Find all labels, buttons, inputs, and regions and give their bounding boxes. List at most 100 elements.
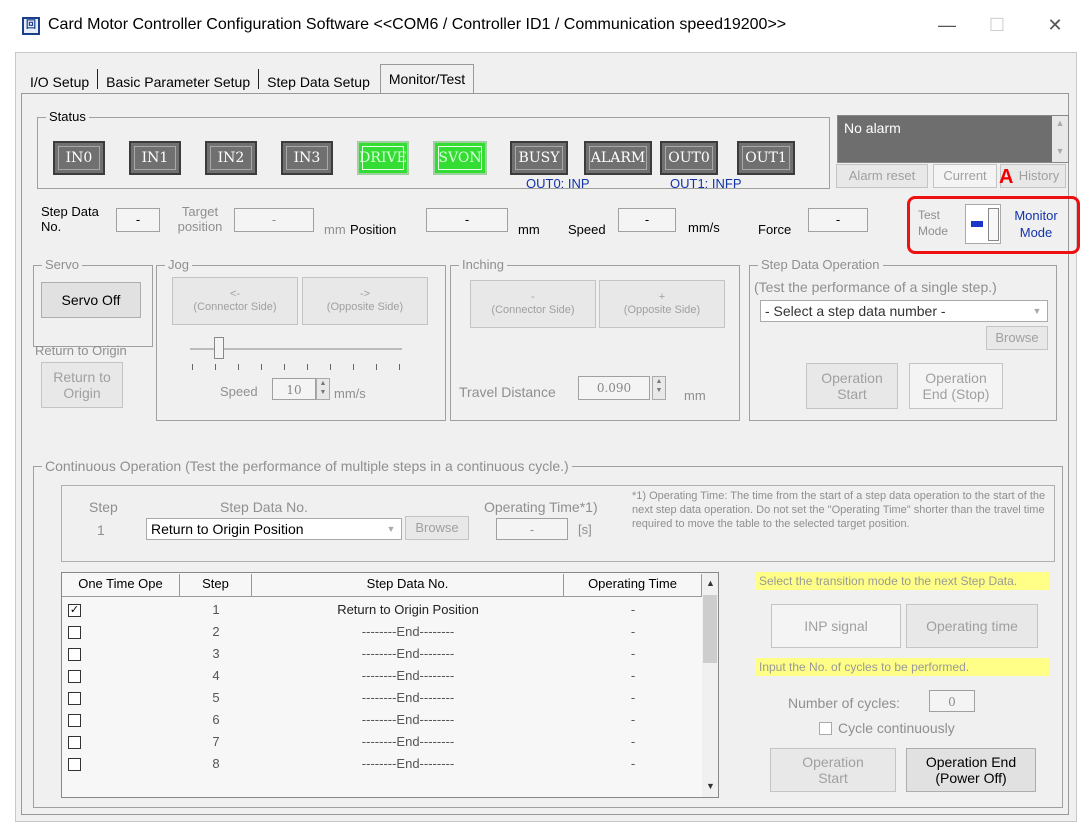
tab-bar: I/O Setup Basic Parameter Setup Step Dat… xyxy=(24,62,475,94)
travel-distance-field[interactable]: 0.090 xyxy=(578,376,650,400)
one-time-ope-checkbox[interactable] xyxy=(68,758,81,771)
tab-io-setup[interactable]: I/O Setup xyxy=(24,70,95,94)
continuous-browse-button[interactable]: Browse xyxy=(405,516,469,540)
col-step[interactable]: Step xyxy=(180,574,252,596)
jog-speed-spinner[interactable]: ▲ ▼ xyxy=(316,378,330,400)
one-time-ope-checkbox[interactable] xyxy=(68,670,81,683)
speed-field: - xyxy=(618,208,676,232)
table-row[interactable]: 6 --------End-------- - xyxy=(62,710,702,732)
one-time-ope-checkbox[interactable] xyxy=(68,648,81,661)
inching-connector-side-button[interactable]: - (Connector Side) xyxy=(470,280,596,328)
continuous-operation-title: Continuous Operation (Test the performan… xyxy=(42,458,572,474)
travel-distance-spinner[interactable]: ▲ ▼ xyxy=(652,376,666,400)
continuous-operation-end-button[interactable]: Operation End (Power Off) xyxy=(906,748,1036,792)
step-cell: 3 xyxy=(212,646,220,661)
one-time-ope-checkbox[interactable] xyxy=(68,626,81,639)
return-to-origin-button[interactable]: Return to Origin xyxy=(41,362,123,408)
operating-time-field[interactable]: - xyxy=(496,518,568,540)
operating-time-cell: - xyxy=(630,602,636,617)
inching-title: Inching xyxy=(459,257,507,272)
step-operation-start-button[interactable]: Operation Start xyxy=(806,363,898,409)
one-time-ope-checkbox[interactable] xyxy=(68,714,81,727)
continuous-step-data-select[interactable]: Return to Origin Position ▼ xyxy=(146,518,402,540)
scroll-up-icon[interactable]: ▲ xyxy=(706,578,715,588)
indicator-drive: DRIVE xyxy=(357,141,409,175)
table-row[interactable]: 7 --------End-------- - xyxy=(62,732,702,754)
indicator-busy: BUSY xyxy=(510,141,568,175)
step-cell: 8 xyxy=(212,756,220,771)
col-step-data-no[interactable]: Step Data No. xyxy=(252,574,564,596)
app-icon: 回 xyxy=(22,17,40,35)
cycle-continuously-label: Cycle continuously xyxy=(838,720,955,736)
travel-distance-unit: mm xyxy=(684,388,706,403)
step-data-browse-button[interactable]: Browse xyxy=(986,326,1048,350)
title-bar: 回 Card Motor Controller Configuration So… xyxy=(0,0,1083,50)
jog-speed-field[interactable]: 10 xyxy=(272,378,316,400)
tab-monitor-test[interactable]: Monitor/Test xyxy=(379,64,475,94)
operating-time-cell: - xyxy=(630,712,636,727)
step-data-no-field: - xyxy=(116,208,160,232)
alarm-reset-button[interactable]: Alarm reset xyxy=(836,164,928,188)
tab-step-data-setup[interactable]: Step Data Setup xyxy=(261,70,376,94)
position-label: Position xyxy=(350,222,397,237)
table-row[interactable]: 5 --------End-------- - xyxy=(62,688,702,710)
one-time-ope-checkbox[interactable] xyxy=(68,692,81,705)
operating-time-button[interactable]: Operating time xyxy=(906,604,1038,648)
servo-off-button[interactable]: Servo Off xyxy=(41,282,141,318)
speed-label: Speed xyxy=(568,222,606,237)
inp-signal-button[interactable]: INP signal xyxy=(771,604,901,648)
cycle-continuously-checkbox[interactable] xyxy=(819,722,832,735)
step-data-cell: --------End-------- xyxy=(361,624,455,639)
monitor-mode-label: Monitor Mode xyxy=(1014,208,1058,240)
step-operation-end-button[interactable]: Operation End (Stop) xyxy=(909,363,1003,409)
tab-basic-parameter-setup[interactable]: Basic Parameter Setup xyxy=(100,70,256,94)
jog-connector-side-button[interactable]: <- (Connector Side) xyxy=(172,277,298,325)
annotation-marker-a: A xyxy=(999,166,1014,188)
alarm-scrollbar[interactable]: ▲ ▼ xyxy=(1052,116,1068,162)
table-row[interactable]: 2 --------End-------- - xyxy=(62,622,702,644)
mode-toggle-switch[interactable] xyxy=(965,204,1001,244)
step-data-cell: Return to Origin Position xyxy=(337,602,479,617)
step-data-cell: --------End-------- xyxy=(361,756,455,771)
step-data-cell: --------End-------- xyxy=(361,712,455,727)
step-data-cell: --------End-------- xyxy=(361,668,455,683)
col-one-time-ope[interactable]: One Time Ope xyxy=(62,574,180,596)
step-data-select[interactable]: - Select a step data number - ▼ xyxy=(760,300,1048,322)
scroll-down-icon[interactable]: ▼ xyxy=(706,781,715,791)
operating-time-cell: - xyxy=(630,690,636,705)
number-of-cycles-field[interactable]: 0 xyxy=(929,690,975,712)
step-cell: 7 xyxy=(212,734,220,749)
table-row[interactable]: 3 --------End-------- - xyxy=(62,644,702,666)
table-row[interactable]: ✓ 1 Return to Origin Position - xyxy=(62,600,702,622)
step-value: 1 xyxy=(97,522,105,538)
jog-speed-slider-thumb[interactable] xyxy=(214,337,224,359)
indicator-in1: IN1 xyxy=(129,141,181,175)
indicator-alarm: ALARM xyxy=(584,141,652,175)
servo-title: Servo xyxy=(42,257,82,272)
step-data-cell: --------End-------- xyxy=(361,690,455,705)
close-button[interactable]: ✕ xyxy=(1040,12,1070,38)
transition-mode-note: Select the transition mode to the next S… xyxy=(755,572,1049,590)
scrollbar-thumb[interactable] xyxy=(703,595,717,663)
continuous-operation-start-button[interactable]: Operation Start xyxy=(770,748,896,792)
minimize-button[interactable]: — xyxy=(932,12,962,38)
force-label: Force xyxy=(758,222,792,237)
table-row[interactable]: 8 --------End-------- - xyxy=(62,754,702,776)
operating-time-cell: - xyxy=(630,646,636,661)
number-of-cycles-label: Number of cycles: xyxy=(788,695,901,711)
inching-opposite-side-button[interactable]: + (Opposite Side) xyxy=(599,280,725,328)
step-cell: 4 xyxy=(212,668,220,683)
travel-distance-label: Travel Distance xyxy=(459,384,556,400)
current-button[interactable]: Current xyxy=(933,164,997,188)
one-time-ope-checkbox[interactable] xyxy=(68,736,81,749)
table-row[interactable]: 4 --------End-------- - xyxy=(62,666,702,688)
one-time-ope-checkbox[interactable]: ✓ xyxy=(68,604,81,617)
step-list-scrollbar[interactable]: ▲ ▼ xyxy=(702,573,718,797)
slider-ticks xyxy=(192,364,400,370)
alarm-display: No alarm ▲ ▼ xyxy=(837,115,1069,163)
step-cell: 2 xyxy=(212,624,220,639)
col-operating-time[interactable]: Operating Time xyxy=(564,574,702,596)
indicator-in0: IN0 xyxy=(53,141,105,175)
jog-opposite-side-button[interactable]: -> (Opposite Side) xyxy=(302,277,428,325)
maximize-button[interactable]: ☐ xyxy=(982,12,1012,38)
